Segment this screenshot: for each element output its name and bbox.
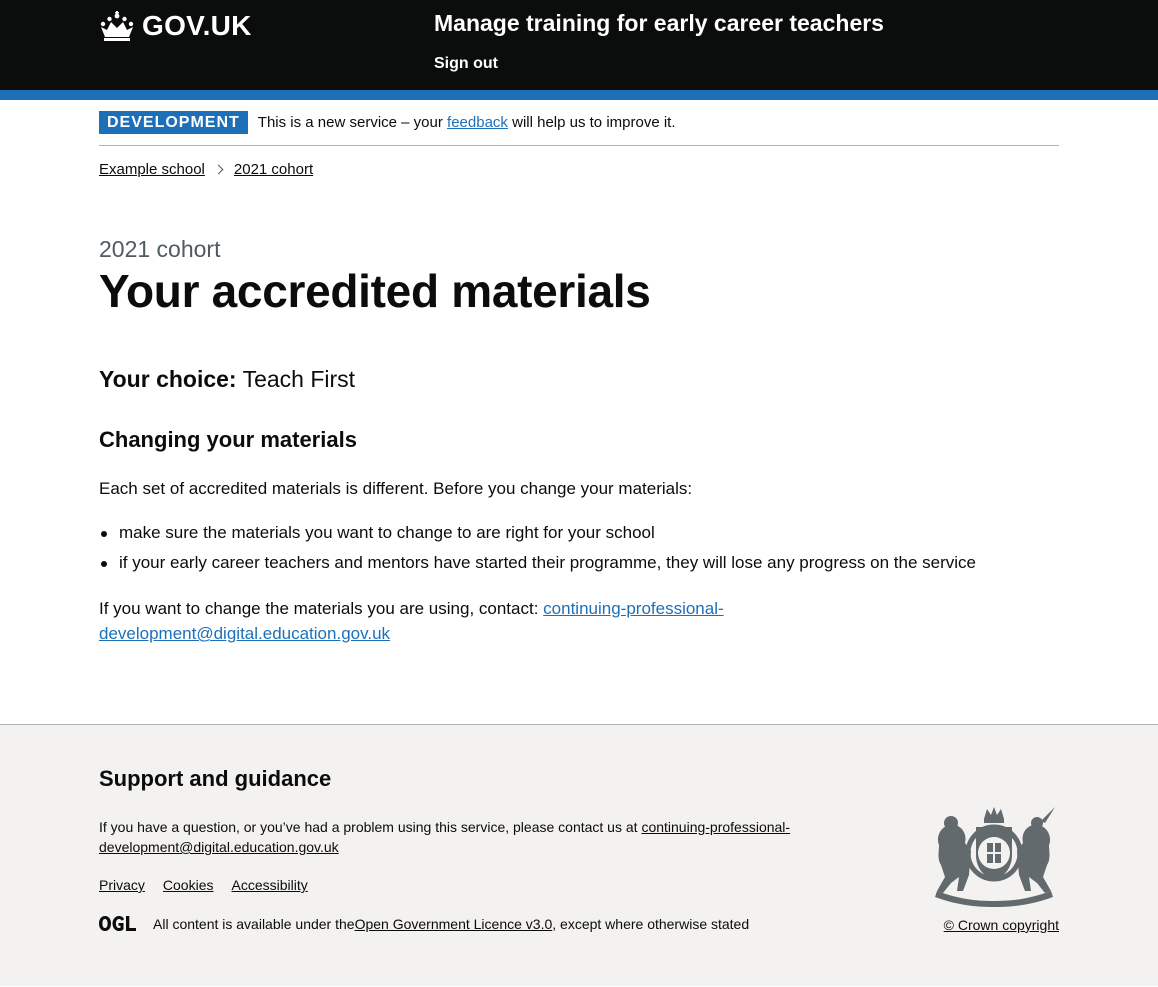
breadcrumb-example-school[interactable]: Example school — [99, 161, 205, 178]
your-choice: Your choice: Teach First — [99, 366, 1059, 393]
phase-text-before: This is a new service – your — [257, 114, 448, 131]
site-header: GOV.UK Manage training for early career … — [0, 0, 1158, 90]
list-item: make sure the materials you want to chan… — [99, 522, 1059, 552]
header-container: GOV.UK Manage training for early career … — [99, 0, 1059, 90]
phase-text-after: will help us to improve it. — [507, 114, 676, 131]
sign-out-link[interactable]: Sign out — [434, 55, 498, 73]
choice-label: Your choice: — [99, 366, 237, 392]
logo-text: GOV.UK — [142, 10, 252, 41]
contact-text: If you want to change the materials you … — [99, 599, 544, 618]
chevron-right-icon — [213, 164, 224, 175]
service-name-link[interactable]: Manage training for early career teacher… — [434, 10, 884, 37]
phase-banner-text: This is a new service – your feedback wi… — [258, 114, 676, 131]
page-caption: 2021 cohort — [99, 236, 221, 262]
intro-text: Each set of accredited materials is diff… — [99, 479, 693, 498]
royal-crest-icon — [935, 807, 1055, 907]
bullet-list: make sure the materials you want to chan… — [99, 522, 1059, 582]
page-title: Your accredited materials — [99, 265, 651, 317]
choice-value: Teach First — [242, 366, 356, 392]
crown-icon — [100, 11, 134, 41]
phase-tag: DEVELOPMENT — [99, 111, 248, 134]
site-footer: Support and guidance If you have a quest… — [0, 724, 1158, 986]
breadcrumb-2021-cohort[interactable]: 2021 cohort — [234, 161, 313, 178]
crown-copyright-link[interactable]: © Crown copyright — [944, 917, 1059, 933]
header-blue-stripe — [0, 90, 1158, 100]
crown-copyright: © Crown copyright — [929, 917, 1059, 933]
govuk-logo-link[interactable]: GOV.UK — [99, 10, 252, 42]
breadcrumb: Example school 2021 cohort — [99, 161, 1059, 178]
phase-banner: DEVELOPMENT This is a new service – your… — [99, 100, 1059, 146]
footer-right-column: © Crown copyright — [99, 725, 1059, 987]
list-item: if your early career teachers and mentor… — [99, 552, 1059, 582]
section-heading: Changing your materials — [99, 427, 357, 452]
contact-paragraph: If you want to change the materials you … — [99, 596, 799, 646]
feedback-link[interactable]: feedback — [447, 114, 508, 131]
